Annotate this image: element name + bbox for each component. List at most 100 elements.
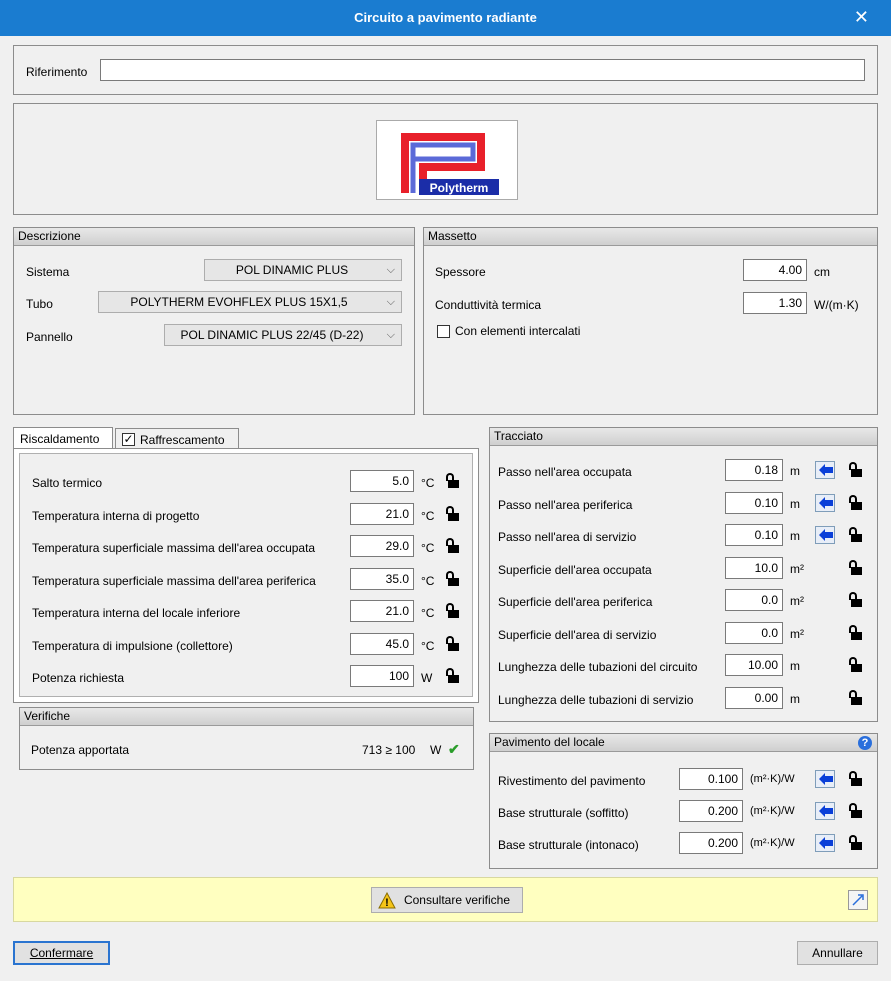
verifiche-header: Verifiche [20, 708, 473, 726]
tab-raffrescamento-label: Raffrescamento [140, 433, 225, 447]
tab-raffrescamento[interactable]: ✓ Raffrescamento [115, 428, 239, 449]
pavimento-row-unit: (m²·K)/W [750, 805, 795, 817]
riscaldamento-row-label: Temperatura superficiale massima dell'ar… [32, 573, 316, 588]
riscaldamento-row-input[interactable]: 21.0 [350, 600, 414, 622]
pannello-select[interactable]: POL DINAMIC PLUS 22/45 (D-22) ⌵ [164, 324, 402, 346]
verification-bar: ! Consultare verifiche [13, 877, 878, 922]
tracciato-row-input[interactable]: 0.0 [725, 621, 783, 644]
confermare-button[interactable]: Confermare [13, 941, 110, 965]
lock-icon[interactable] [848, 771, 862, 787]
riscaldamento-row-input[interactable]: 45.0 [350, 632, 414, 655]
riscaldamento-row-input[interactable]: 5.0 [350, 470, 414, 492]
tracciato-row-label: Passo nell'area periferica [498, 497, 633, 512]
conduttivita-label: Conduttività termica [435, 298, 542, 312]
riscaldamento-inner: Salto termico 5.0 °C Temperatura interna di… [19, 453, 473, 697]
riscaldamento-row-label: Temperatura interna di progetto [32, 508, 200, 523]
riscaldamento-row-unit: °C [421, 573, 435, 588]
tab-riscaldamento[interactable]: Riscaldamento [13, 427, 113, 449]
consultare-verifiche-button[interactable]: ! Consultare verifiche [371, 887, 523, 913]
pavimento-row-label: Base strutturale (soffitto) [498, 806, 629, 820]
riscaldamento-row-unit: °C [421, 508, 435, 523]
spessore-unit: cm [814, 265, 830, 279]
chevron-down-icon: ⌵ [386, 264, 395, 276]
annullare-button[interactable]: Annullare [797, 941, 878, 965]
arrow-left-icon[interactable] [815, 493, 835, 512]
tubo-value: POLYTHERM EVOHFLEX PLUS 15X1,5 [130, 295, 348, 309]
pavimento-row-unit: (m²·K)/W [750, 837, 795, 849]
massetto-header: Massetto [424, 228, 877, 246]
tracciato-row-label: Lunghezza delle tubazioni di servizio [498, 692, 694, 707]
raffrescamento-checkbox[interactable]: ✓ [122, 433, 135, 446]
lock-icon[interactable] [848, 689, 862, 706]
tracciato-row-unit: m [790, 691, 800, 706]
riferimento-label: Riferimento [26, 65, 88, 79]
pavimento-row-input[interactable]: 0.200 [679, 800, 743, 822]
lock-icon[interactable] [445, 635, 459, 652]
lock-icon[interactable] [445, 505, 459, 522]
lock-icon[interactable] [848, 462, 862, 478]
riscaldamento-row-label: Salto termico [32, 476, 103, 490]
lock-icon[interactable] [445, 668, 459, 684]
lock-icon[interactable] [848, 624, 862, 641]
riscaldamento-row-unit: °C [421, 476, 435, 490]
lock-icon[interactable] [445, 538, 459, 554]
lock-icon[interactable] [445, 570, 459, 587]
lock-icon[interactable] [445, 603, 459, 619]
riscaldamento-row-input[interactable]: 29.0 [350, 535, 414, 557]
tracciato-row-unit: m [790, 496, 800, 511]
arrow-left-icon[interactable] [815, 770, 835, 788]
tracciato-row-unit: m² [790, 561, 804, 576]
lock-icon[interactable] [848, 559, 862, 576]
tracciato-row-unit: m² [790, 594, 804, 608]
close-icon[interactable]: ✕ [854, 7, 869, 28]
tracciato-row-unit: m [790, 464, 800, 478]
riferimento-input[interactable] [100, 59, 865, 81]
help-icon[interactable]: ? [858, 736, 872, 750]
tracciato-row-input[interactable]: 10.0 [725, 556, 783, 579]
descrizione-header: Descrizione [14, 228, 414, 246]
expand-button[interactable] [848, 890, 868, 910]
tracciato-row-label: Lunghezza delle tubazioni del circuito [498, 660, 698, 674]
lock-icon[interactable] [848, 657, 862, 673]
tracciato-row-unit: m² [790, 626, 804, 641]
consultare-verifiche-label: Consultare verifiche [403, 893, 511, 907]
sistema-label: Sistema [26, 265, 70, 279]
arrow-left-icon[interactable] [815, 526, 835, 544]
svg-text:!: ! [385, 897, 389, 909]
arrow-left-icon[interactable] [815, 461, 835, 479]
pavimento-row-input[interactable]: 0.100 [679, 768, 743, 790]
annullare-label: Annullare [812, 946, 863, 960]
riscaldamento-row-label: Temperatura interna del locale inferiore [32, 606, 241, 620]
pin-icon [852, 894, 864, 906]
lock-icon[interactable] [848, 527, 862, 543]
pavimento-row-input[interactable]: 0.200 [679, 832, 743, 854]
polytherm-logo: Polytherm [376, 120, 518, 200]
intercalati-checkbox[interactable] [437, 325, 450, 338]
lock-icon[interactable] [848, 803, 862, 819]
riscaldamento-row-unit: W [421, 671, 433, 685]
tracciato-row-input[interactable]: 0.00 [725, 686, 783, 709]
sistema-select[interactable]: POL DINAMIC PLUS ⌵ [204, 259, 402, 281]
tubo-select[interactable]: POLYTHERM EVOHFLEX PLUS 15X1,5 ⌵ [98, 291, 402, 313]
spessore-input[interactable]: 4.00 [743, 259, 807, 281]
lock-icon[interactable] [848, 494, 862, 511]
lock-icon[interactable] [848, 835, 862, 851]
window-title: Circuito a pavimento radiante [354, 10, 537, 25]
tracciato-row-label: Superficie dell'area di servizio [498, 627, 657, 642]
lock-icon[interactable] [848, 592, 862, 608]
riscaldamento-row-input[interactable]: 21.0 [350, 502, 414, 525]
lock-icon[interactable] [445, 473, 459, 489]
tracciato-row-input[interactable]: 0.10 [725, 524, 783, 546]
riscaldamento-row-input[interactable]: 35.0 [350, 567, 414, 590]
conduttivita-input[interactable]: 1.30 [743, 292, 807, 314]
riscaldamento-row-input[interactable]: 100 [350, 665, 414, 687]
chevron-down-icon: ⌵ [386, 329, 395, 341]
verifiche-panel: Verifiche Potenza apportata 713 ≥ 100 W … [19, 707, 474, 770]
tracciato-row-input[interactable]: 0.10 [725, 491, 783, 514]
arrow-left-icon[interactable] [815, 802, 835, 820]
tracciato-row-input[interactable]: 10.00 [725, 654, 783, 676]
arrow-left-icon[interactable] [815, 834, 835, 852]
intercalati-label: Con elementi intercalati [455, 324, 581, 338]
tracciato-row-input[interactable]: 0.0 [725, 589, 783, 611]
tracciato-row-input[interactable]: 0.18 [725, 459, 783, 481]
